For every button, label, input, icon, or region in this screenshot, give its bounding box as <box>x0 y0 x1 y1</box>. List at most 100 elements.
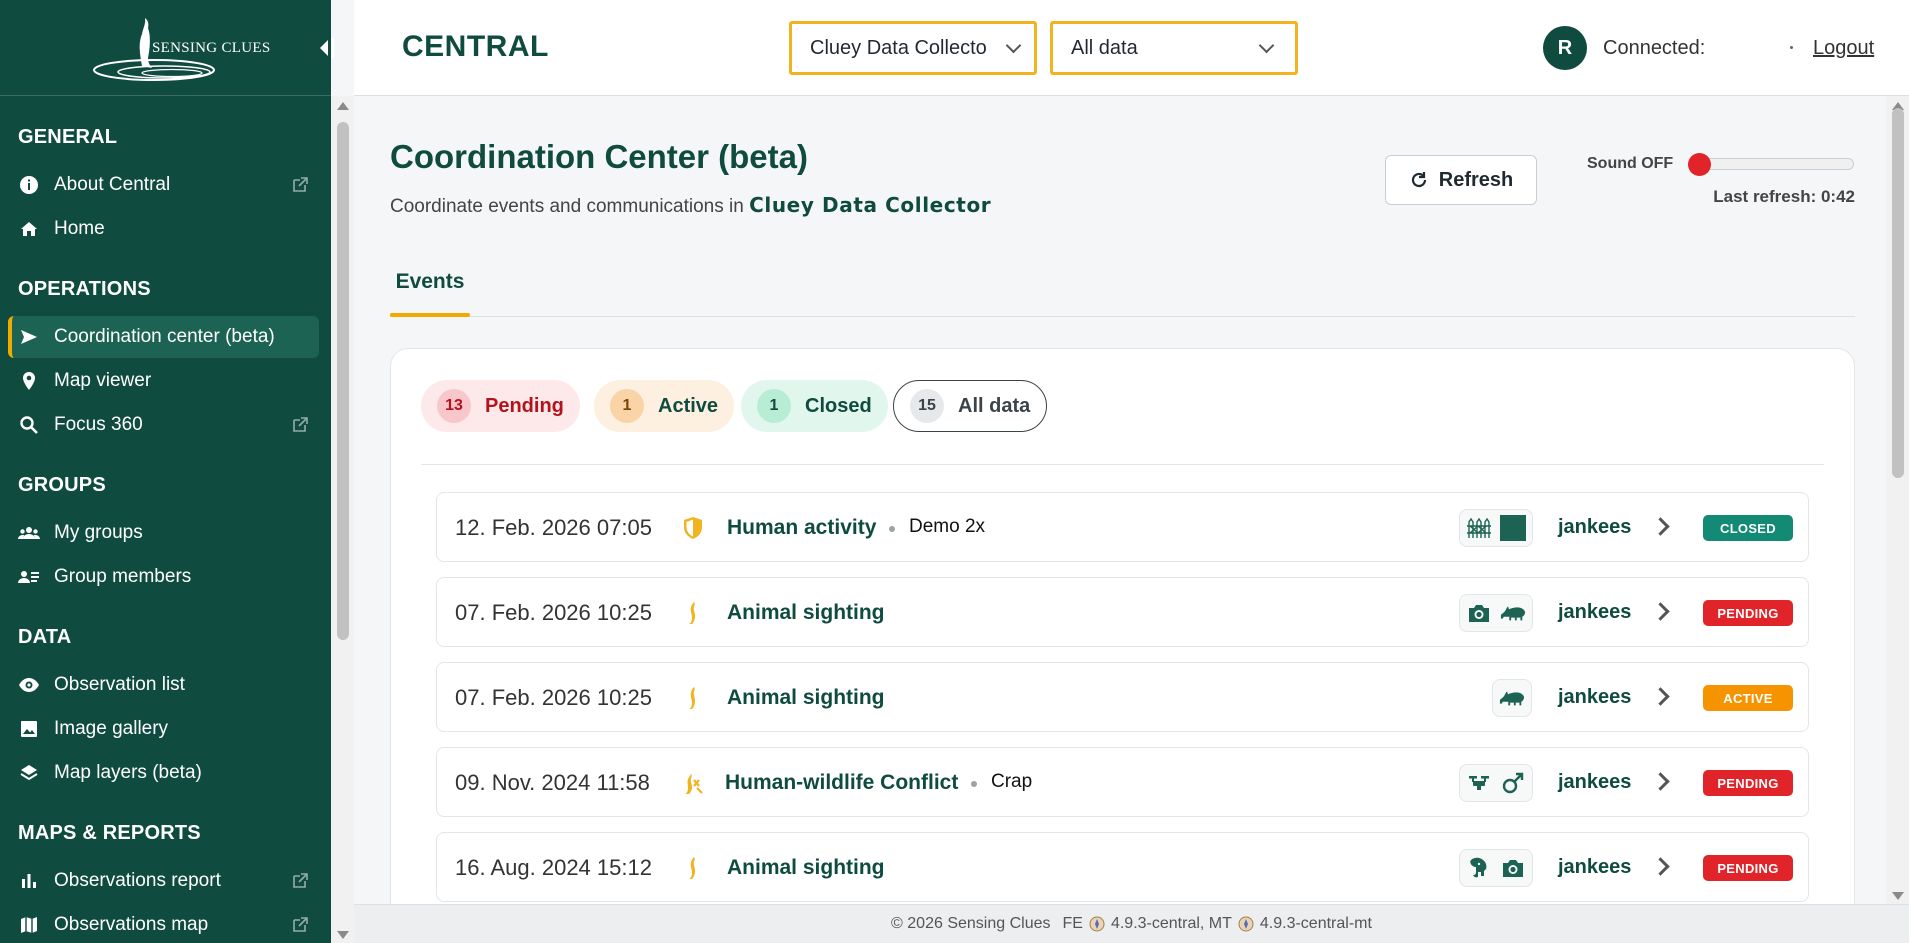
refresh-button[interactable]: Refresh <box>1385 155 1537 205</box>
fence-icon <box>1466 515 1492 541</box>
filter-label: Active <box>658 394 719 417</box>
filter-label: All data <box>958 394 1031 417</box>
main-scrollbar[interactable] <box>1886 96 1909 904</box>
scroll-down-arrow-icon[interactable] <box>337 931 349 939</box>
event-row[interactable]: 07. Feb. 2026 10:25 Animal sighting jank… <box>436 577 1809 647</box>
sound-slider-knob[interactable] <box>1688 153 1711 176</box>
bar-chart-icon <box>18 870 40 892</box>
last-refresh-time: Last refresh: 0:42 <box>1713 187 1855 206</box>
event-date: 07. Feb. 2026 10:25 <box>455 685 652 710</box>
sidebar-item-coordination-center[interactable]: Coordination center (beta) <box>8 316 319 358</box>
layers-icon <box>18 762 40 784</box>
sidebar-item-about-central[interactable]: About Central <box>8 164 319 206</box>
section-title-groups: GROUPS <box>18 474 106 496</box>
filter-closed[interactable]: 1 Closed <box>741 380 888 432</box>
sidebar-scrollbar[interactable] <box>331 96 354 943</box>
sidebar-item-map-viewer[interactable]: Map viewer <box>8 360 319 402</box>
chevron-down-icon <box>1005 37 1022 54</box>
meerkat-icon <box>681 855 705 881</box>
collapse-sidebar-button[interactable] <box>318 34 338 62</box>
tab-divider <box>390 316 1855 317</box>
chevron-right-icon[interactable] <box>1651 857 1670 876</box>
chevron-right-icon[interactable] <box>1651 517 1670 536</box>
sidebar-item-focus-360[interactable]: Focus 360 <box>8 404 319 446</box>
search-icon <box>18 414 40 436</box>
sidebar: SENSING CLUES GENERAL About Central Home <box>0 0 334 943</box>
filter-label: Closed <box>805 394 872 417</box>
event-attribute-icons <box>1459 764 1533 802</box>
status-badge: ACTIVE <box>1703 685 1793 711</box>
event-type: Animal sighting <box>727 686 885 709</box>
section-title-general: GENERAL <box>18 126 118 148</box>
sidebar-item-label: Map viewer <box>54 370 152 391</box>
conflict-icon <box>679 770 703 796</box>
page-title: Coordination Center (beta) <box>390 138 808 175</box>
scroll-down-arrow-icon[interactable] <box>1892 892 1904 900</box>
sidebar-scroll-thumb[interactable] <box>337 122 349 640</box>
footer-mt-version: 4.9.3-central-mt <box>1259 915 1372 932</box>
groups-icon <box>18 522 40 544</box>
event-date: 09. Nov. 2024 11:58 <box>455 770 650 795</box>
tab-events[interactable]: Events <box>390 270 470 318</box>
scroll-up-arrow-icon[interactable] <box>337 102 349 110</box>
square-icon <box>1500 515 1526 541</box>
sidebar-item-map-layers[interactable]: Map layers (beta) <box>8 752 319 794</box>
event-row[interactable]: 16. Aug. 2024 15:12 Animal sighting jank… <box>436 832 1809 902</box>
sidebar-item-my-groups[interactable]: My groups <box>8 512 319 554</box>
male-icon <box>1500 770 1526 796</box>
main-scroll-thumb[interactable] <box>1892 108 1904 478</box>
sound-slider-track[interactable] <box>1699 158 1854 170</box>
status-badge: PENDING <box>1703 600 1793 626</box>
event-row[interactable]: 12. Feb. 2026 07:05 Human activity Demo … <box>436 492 1809 562</box>
sidebar-item-observations-map[interactable]: Observations map <box>8 904 319 943</box>
sidebar-item-observation-list[interactable]: Observation list <box>8 664 319 706</box>
image-icon <box>18 718 40 740</box>
shield-icon <box>681 515 705 541</box>
subtitle-group-name: Cluey Data Collector <box>749 193 992 217</box>
data-select[interactable]: All data <box>1050 21 1298 75</box>
event-attribute-icons <box>1459 849 1533 887</box>
sidebar-item-image-gallery[interactable]: Image gallery <box>8 708 319 750</box>
map-pin-icon <box>18 370 40 392</box>
sidebar-item-observations-report[interactable]: Observations report <box>8 860 319 902</box>
footer-fe-label: FE <box>1062 915 1083 932</box>
footer-copyright: © 2026 Sensing Clues <box>891 915 1051 932</box>
subtitle-text: Coordinate events and communications in <box>390 196 744 217</box>
sidebar-item-label: Home <box>54 218 105 239</box>
connection-status: Connected: <box>1603 37 1706 59</box>
sidebar-item-label: Coordination center (beta) <box>54 326 275 347</box>
meerkat-icon <box>681 600 705 626</box>
sidebar-item-label: Map layers (beta) <box>54 762 202 783</box>
group-select[interactable]: Cluey Data Collecto <box>789 21 1037 75</box>
event-attribute-icons <box>1459 509 1533 547</box>
filter-active[interactable]: 1 Active <box>594 380 735 432</box>
sensing-clues-logo[interactable]: SENSING CLUES <box>88 14 270 82</box>
sidebar-item-group-members[interactable]: Group members <box>8 556 319 598</box>
external-link-icon <box>291 916 309 934</box>
sidebar-item-label: Observation list <box>54 674 185 695</box>
event-row[interactable]: 07. Feb. 2026 10:25 Animal sighting jank… <box>436 662 1809 732</box>
camera-icon <box>1500 855 1526 881</box>
footer: © 2026 Sensing Clues FE 4.9.3-central, M… <box>354 904 1909 943</box>
collapse-left-icon <box>320 38 334 58</box>
filter-count: 13 <box>437 389 471 423</box>
chevron-right-icon[interactable] <box>1651 687 1670 706</box>
sidebar-item-home[interactable]: Home <box>8 208 319 250</box>
event-row[interactable]: 09. Nov. 2024 11:58 Human-wildlife Confl… <box>436 747 1809 817</box>
sidebar-header: SENSING CLUES <box>0 0 334 96</box>
meerkat-icon <box>681 685 705 711</box>
filter-all-data[interactable]: 15 All data <box>893 380 1048 432</box>
chevron-right-icon[interactable] <box>1651 602 1670 621</box>
avatar[interactable]: R <box>1543 26 1587 70</box>
sidebar-item-label: Observations map <box>54 914 209 935</box>
separator-dot <box>971 781 977 787</box>
external-link-icon <box>291 176 309 194</box>
camera-icon <box>1466 600 1492 626</box>
logout-link[interactable]: Logout <box>1813 37 1874 60</box>
filter-pending[interactable]: 13 Pending <box>421 380 580 432</box>
brand-title: CENTRAL <box>402 30 549 63</box>
section-title-data: DATA <box>18 626 72 648</box>
event-user: jankees <box>1558 601 1632 623</box>
event-type: Human activity <box>727 516 877 539</box>
chevron-right-icon[interactable] <box>1651 772 1670 791</box>
